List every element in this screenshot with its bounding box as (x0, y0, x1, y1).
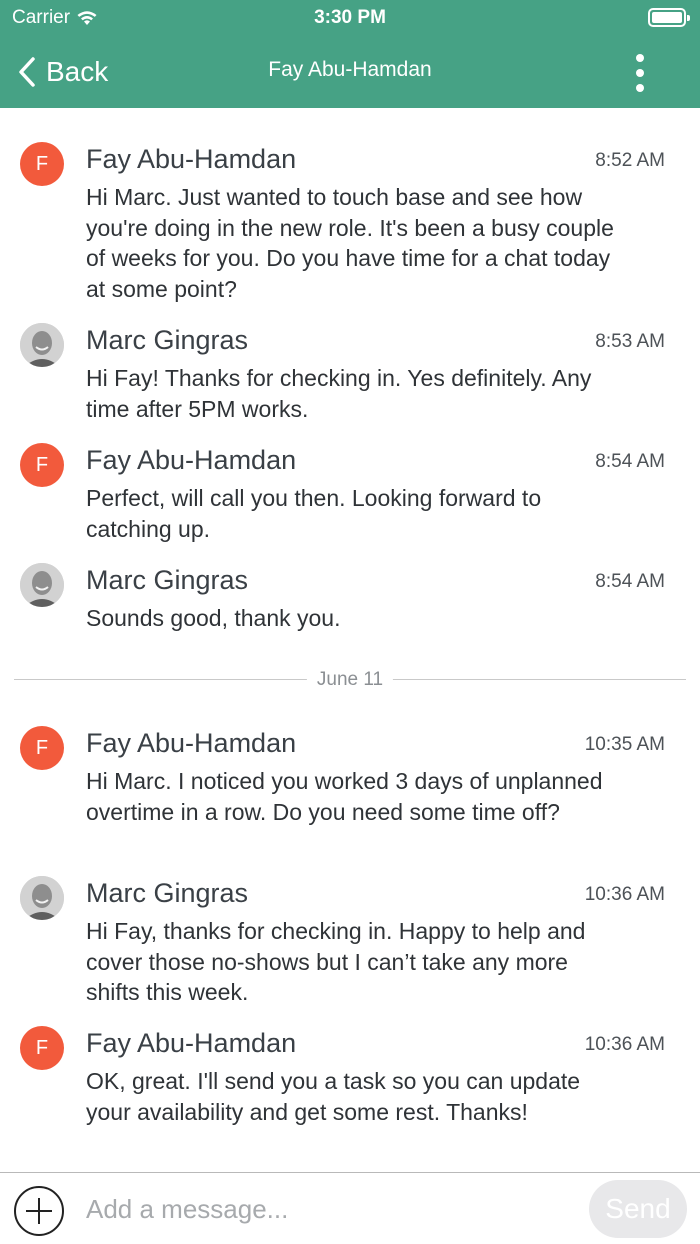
message-sender: Fay Abu-Hamdan (86, 1028, 297, 1058)
avatar: F (20, 142, 64, 186)
message-time: 8:54 AM (595, 451, 665, 472)
message-time: 8:54 AM (595, 571, 665, 592)
avatar (20, 563, 64, 607)
message-sender: Marc Gingras (86, 878, 249, 908)
message-text: Hi Fay! Thanks for checking in. Yes defi… (86, 365, 592, 422)
message-time: 10:35 AM (584, 734, 665, 755)
conversation-title: Fay Abu-Hamdan (268, 58, 432, 81)
message-sender: Fay Abu-Hamdan (86, 144, 297, 174)
person-photo-icon (20, 323, 64, 367)
message-thread[interactable]: F Fay Abu-Hamdan 8:52 AM Hi Marc. Just w… (0, 108, 700, 1172)
message-text: Perfect, will call you then. Looking for… (86, 485, 542, 542)
message-composer: Send (0, 1172, 700, 1244)
message-time: 10:36 AM (584, 884, 665, 905)
date-divider-label: June 11 (306, 666, 394, 694)
message-time: 8:52 AM (595, 150, 665, 171)
add-attachment-button[interactable] (14, 1186, 64, 1236)
status-bar: Carrier 3:30 PM (0, 0, 700, 36)
message-sender: Fay Abu-Hamdan (86, 728, 297, 758)
message-sender: Marc Gingras (86, 325, 249, 355)
send-button[interactable]: Send (589, 1180, 687, 1238)
avatar (20, 323, 64, 367)
nav-bar: Back Fay Abu-Hamdan (0, 36, 700, 108)
message-input[interactable] (80, 1180, 576, 1238)
person-photo-icon (20, 563, 64, 607)
avatar: F (20, 443, 64, 487)
status-time: 3:30 PM (314, 7, 386, 28)
header: Carrier 3:30 PM Back Fay Abu-Hamdan (0, 0, 700, 108)
date-divider: June 11 (14, 666, 686, 694)
avatar (20, 876, 64, 920)
person-photo-icon (20, 876, 64, 920)
message-text: Hi Fay, thanks for checking in. Happy to… (86, 918, 586, 1005)
battery-icon (648, 8, 690, 27)
message-sender: Marc Gingras (86, 565, 249, 595)
message-text: OK, great. I'll send you a task so you c… (86, 1068, 581, 1125)
message-text: Hi Marc. I noticed you worked 3 days of … (86, 768, 603, 825)
message-time: 10:36 AM (584, 1034, 665, 1055)
message-text: Hi Marc. Just wanted to touch base and s… (86, 184, 614, 302)
avatar: F (20, 726, 64, 770)
message-text: Sounds good, thank you. (86, 605, 341, 631)
message-time: 8:53 AM (595, 331, 665, 352)
message-sender: Fay Abu-Hamdan (86, 445, 297, 475)
avatar: F (20, 1026, 64, 1070)
more-options-icon[interactable] (628, 50, 652, 96)
